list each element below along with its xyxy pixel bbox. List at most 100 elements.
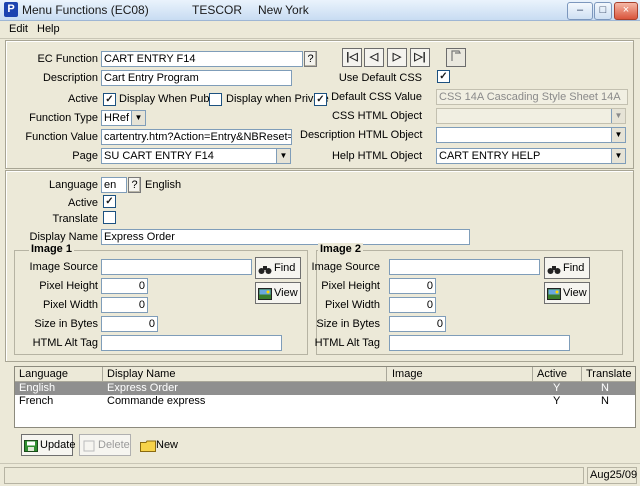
maximize-button[interactable]: □ (594, 2, 612, 20)
cell-translate: N (601, 395, 609, 407)
language-name: English (145, 179, 182, 191)
image1-view-button[interactable]: View (255, 282, 301, 304)
image1-view-label: View (274, 287, 298, 299)
function-type-select[interactable]: HRef ▼ (101, 110, 146, 126)
column-divider (581, 367, 582, 381)
image2-title: Image 2 (318, 243, 363, 255)
cell-active: Y (553, 382, 561, 394)
menu-help[interactable]: Help (37, 23, 60, 35)
image2-height-label: Pixel Height (321, 280, 380, 292)
image2-height-input[interactable]: 0 (389, 278, 436, 294)
previous-record-button[interactable]: ◁ (364, 48, 384, 67)
image1-find-label: Find (274, 262, 296, 274)
description-input[interactable]: Cart Entry Program (101, 70, 292, 86)
first-record-button[interactable]: |◁ (342, 48, 362, 67)
image1-size-input[interactable]: 0 (101, 316, 158, 332)
col-translate-header[interactable]: Translate (586, 368, 631, 380)
display-name-input[interactable]: Express Order (101, 229, 470, 245)
help-html-object-label: Help HTML Object (331, 150, 422, 162)
display-when-public-label: Display When Public (119, 93, 220, 105)
ec-function-input[interactable]: CART ENTRY F14 (101, 51, 303, 67)
image1-source-input[interactable] (101, 259, 252, 275)
close-button[interactable]: × (614, 2, 638, 20)
column-divider (102, 367, 103, 381)
new-label: New (156, 439, 179, 451)
image1-height-input[interactable]: 0 (101, 278, 148, 294)
image1-alt-label: HTML Alt Tag (32, 337, 98, 349)
table-row[interactable]: English Express Order Y N (15, 382, 635, 395)
status-date: Aug25/09 (587, 467, 637, 484)
display-when-public-checkbox[interactable] (209, 93, 222, 106)
cell-language: French (19, 395, 54, 407)
next-record-button[interactable]: ▷ (387, 48, 407, 67)
default-css-label: Default CSS Value (331, 91, 422, 103)
image2-view-button[interactable]: View (544, 282, 590, 304)
minimize-button[interactable]: – (567, 2, 593, 20)
description-label: Description (42, 72, 98, 84)
image2-alt-input[interactable] (389, 335, 570, 351)
image2-source-input[interactable] (389, 259, 540, 275)
image2-size-input[interactable]: 0 (389, 316, 446, 332)
page-select[interactable]: SU CART ENTRY F14 ▼ (101, 148, 291, 164)
chevron-down-icon[interactable]: ▼ (611, 128, 625, 142)
city-name: New York (258, 3, 309, 17)
help-html-object-value: CART ENTRY HELP (439, 150, 541, 162)
language-active-label: Active (68, 197, 98, 209)
table-row[interactable]: French Commande express Y N (15, 395, 635, 408)
image2-view-label: View (563, 287, 587, 299)
binoculars-icon (547, 262, 561, 275)
new-button[interactable]: New (137, 434, 187, 456)
folder-icon (140, 439, 156, 453)
translate-checkbox[interactable] (103, 211, 116, 224)
default-css-input: CSS 14A Cascading Style Sheet 14A (436, 89, 628, 105)
chevron-down-icon[interactable]: ▼ (276, 149, 290, 163)
image2-find-button[interactable]: Find (544, 257, 590, 279)
language-active-checkbox[interactable]: ✓ (103, 195, 116, 208)
ec-function-lookup-button[interactable]: ? (304, 51, 317, 67)
col-display-name-header[interactable]: Display Name (107, 368, 175, 380)
cell-active: Y (553, 395, 561, 407)
status-bar: Aug25/09 (0, 463, 640, 486)
delete-label: Delete (98, 439, 130, 451)
column-divider (532, 367, 533, 381)
image2-width-input[interactable]: 0 (389, 297, 436, 313)
translate-label: Translate (52, 213, 98, 225)
image1-source-label: Image Source (29, 261, 98, 273)
chevron-down-icon[interactable]: ▼ (611, 109, 625, 123)
page-value: SU CART ENTRY F14 (104, 150, 214, 162)
page-label: Page (72, 150, 98, 162)
title-bar: P Menu Functions (EC08) TESCOR New York … (0, 0, 640, 21)
use-default-css-checkbox[interactable]: ✓ (437, 70, 450, 83)
help-html-object-select[interactable]: CART ENTRY HELP ▼ (436, 148, 626, 164)
update-button[interactable]: Update (21, 434, 75, 456)
active-checkbox[interactable]: ✓ (103, 93, 116, 106)
image1-find-button[interactable]: Find (255, 257, 301, 279)
last-record-button[interactable]: ▷| (410, 48, 430, 67)
chevron-down-icon[interactable]: ▼ (131, 111, 145, 125)
bookmark-icon[interactable] (446, 48, 466, 67)
css-html-object-select[interactable]: ▼ (436, 108, 626, 124)
css-html-object-label: CSS HTML Object (331, 110, 422, 122)
app-icon: P (4, 2, 18, 17)
chevron-down-icon[interactable]: ▼ (611, 149, 625, 163)
language-code-input[interactable]: en (101, 177, 127, 193)
language-lookup-button[interactable]: ? (128, 177, 141, 193)
company-name: TESCOR (192, 3, 243, 17)
image2-find-label: Find (563, 262, 585, 274)
image2-size-label: Size in Bytes (316, 318, 380, 330)
description-html-object-select[interactable]: ▼ (436, 127, 626, 143)
col-image-header[interactable]: Image (392, 368, 423, 380)
function-value-input[interactable]: cartentry.htm?Action=Entry&NBReset=0 (101, 129, 292, 145)
use-default-css-label: Use Default CSS (338, 72, 422, 84)
image1-title: Image 1 (29, 243, 74, 255)
cell-display-name: Commande express (107, 395, 206, 407)
image1-alt-input[interactable] (101, 335, 282, 351)
col-active-header[interactable]: Active (537, 368, 567, 380)
language-label: Language (49, 179, 98, 191)
col-language-header[interactable]: Language (19, 368, 68, 380)
delete-icon (82, 439, 96, 452)
image1-width-input[interactable]: 0 (101, 297, 148, 313)
menu-edit[interactable]: Edit (9, 23, 28, 35)
delete-button[interactable]: Delete (79, 434, 131, 456)
function-value-label: Function Value (25, 131, 98, 143)
